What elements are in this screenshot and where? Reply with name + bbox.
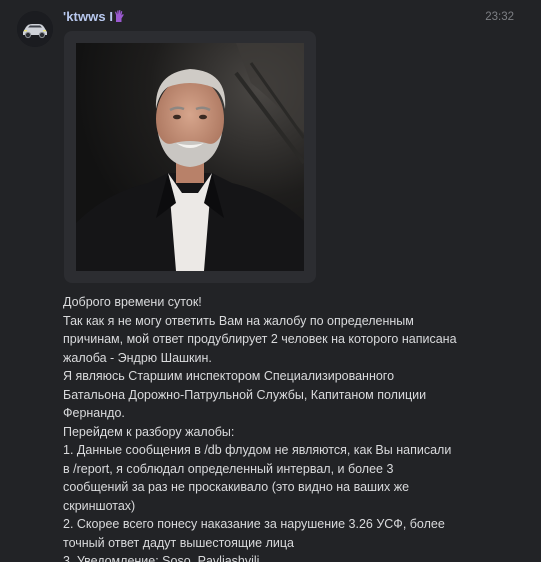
message-line: 2. Скорее всего понесу наказание за нару… — [63, 517, 445, 531]
message-text: Доброго времени суток! Так как я не могу… — [63, 293, 503, 562]
message-line: Батальона Дорожно-Патрульной Службы, Кап… — [63, 387, 427, 402]
message-line: Доброго времени суток! — [63, 295, 202, 309]
car-icon — [17, 11, 53, 47]
attached-photo[interactable] — [64, 31, 316, 283]
message-line: скриншотах) — [63, 498, 136, 513]
message-line: Перейдем к разбору жалобы: — [63, 424, 235, 439]
message-timestamp: 23:32 — [485, 11, 514, 23]
message-line: 1. Данные сообщения в /db флудом не явля… — [63, 443, 452, 457]
message-line: Фернандо. — [63, 406, 125, 420]
message-line: в /report, я соблюдал определенный интер… — [63, 461, 394, 476]
message-line: причинам, мой ответ продублирует 2 челов… — [63, 332, 457, 346]
photo-image — [76, 43, 304, 271]
message-line: 3. Уведомление: Soso_Pavliashvili — [63, 554, 260, 562]
message-line: точный ответ дадут вышестоящие лица — [63, 535, 294, 550]
message-line: Так как я не могу ответить Вам на жалобу… — [63, 313, 414, 328]
message-line: сообщений за раз не проскакивало (это ви… — [63, 480, 410, 494]
author-avatar[interactable] — [17, 11, 53, 47]
message-line: жалоба - Эндрю Шашкин. — [63, 350, 212, 365]
purple-hand-icon — [112, 9, 126, 23]
message-line: Я являюсь Старшим инспектором Специализи… — [63, 369, 395, 383]
chat-message: 'ktwws I 23:32 Доброго времени суток! Та… — [0, 0, 541, 562]
author-name[interactable]: 'ktwws I — [63, 9, 113, 24]
